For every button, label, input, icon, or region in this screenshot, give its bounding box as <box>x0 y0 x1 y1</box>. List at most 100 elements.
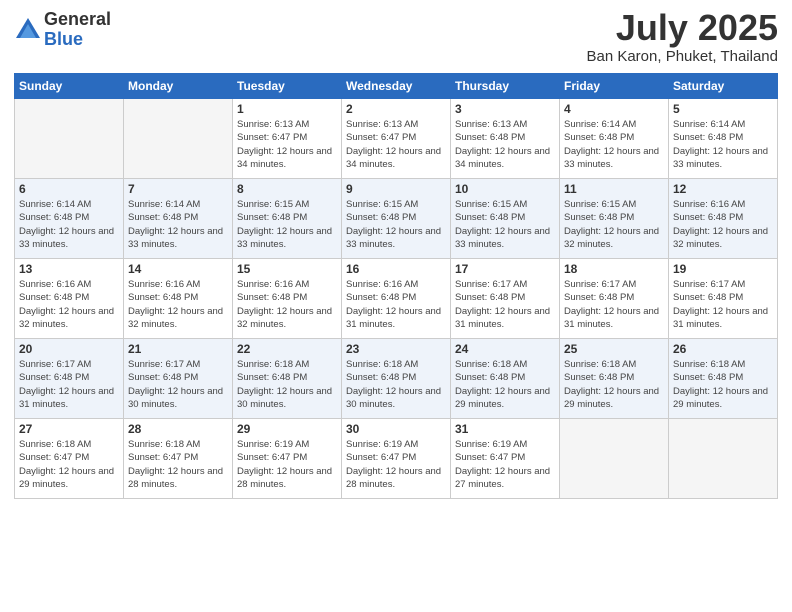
table-row: 13 Sunrise: 6:16 AMSunset: 6:48 PMDayligh… <box>15 259 124 339</box>
table-row: 5 Sunrise: 6:14 AMSunset: 6:48 PMDaylight… <box>669 99 778 179</box>
day-info: Sunrise: 6:14 AMSunset: 6:48 PMDaylight:… <box>564 118 664 171</box>
col-sunday: Sunday <box>15 74 124 99</box>
day-info: Sunrise: 6:17 AMSunset: 6:48 PMDaylight:… <box>19 358 119 411</box>
day-info: Sunrise: 6:17 AMSunset: 6:48 PMDaylight:… <box>128 358 228 411</box>
table-row: 17 Sunrise: 6:17 AMSunset: 6:48 PMDayligh… <box>451 259 560 339</box>
day-info: Sunrise: 6:19 AMSunset: 6:47 PMDaylight:… <box>346 438 446 491</box>
day-info: Sunrise: 6:16 AMSunset: 6:48 PMDaylight:… <box>19 278 119 331</box>
day-number: 14 <box>128 262 228 276</box>
page: General Blue July 2025 Ban Karon, Phuket… <box>0 0 792 612</box>
day-info: Sunrise: 6:18 AMSunset: 6:47 PMDaylight:… <box>19 438 119 491</box>
table-row: 9Sunrise: 6:15 AMSunset: 6:48 PMDaylight… <box>342 179 451 259</box>
table-row: 21 Sunrise: 6:17 AMSunset: 6:48 PMDayligh… <box>124 339 233 419</box>
day-number: 20 <box>19 342 119 356</box>
day-info: Sunrise: 6:18 AMSunset: 6:48 PMDaylight:… <box>346 358 446 411</box>
day-number: 5 <box>673 102 773 116</box>
table-row <box>124 99 233 179</box>
calendar-week-row: 20 Sunrise: 6:17 AMSunset: 6:48 PMDayligh… <box>15 339 778 419</box>
table-row: 26Sunrise: 6:18 AMSunset: 6:48 PMDayligh… <box>669 339 778 419</box>
table-row: 23 Sunrise: 6:18 AMSunset: 6:48 PMDayligh… <box>342 339 451 419</box>
logo-icon <box>14 16 42 44</box>
day-info: Sunrise: 6:15 AMSunset: 6:48 PMDaylight:… <box>346 198 446 251</box>
table-row: 16Sunrise: 6:16 AMSunset: 6:48 PMDayligh… <box>342 259 451 339</box>
day-number: 28 <box>128 422 228 436</box>
table-row: 31 Sunrise: 6:19 AMSunset: 6:47 PMDayligh… <box>451 419 560 499</box>
day-info: Sunrise: 6:15 AMSunset: 6:48 PMDaylight:… <box>237 198 337 251</box>
day-number: 24 <box>455 342 555 356</box>
day-number: 22 <box>237 342 337 356</box>
table-row: 2 Sunrise: 6:13 AMSunset: 6:47 PMDaylight… <box>342 99 451 179</box>
day-number: 21 <box>128 342 228 356</box>
col-thursday: Thursday <box>451 74 560 99</box>
location: Ban Karon, Phuket, Thailand <box>586 48 778 65</box>
day-info: Sunrise: 6:13 AMSunset: 6:47 PMDaylight:… <box>346 118 446 171</box>
day-info: Sunrise: 6:14 AMSunset: 6:48 PMDaylight:… <box>673 118 773 171</box>
table-row: 3 Sunrise: 6:13 AMSunset: 6:48 PMDaylight… <box>451 99 560 179</box>
table-row: 7 Sunrise: 6:14 AMSunset: 6:48 PMDaylight… <box>124 179 233 259</box>
table-row: 12 Sunrise: 6:16 AMSunset: 6:48 PMDayligh… <box>669 179 778 259</box>
day-number: 27 <box>19 422 119 436</box>
table-row: 28 Sunrise: 6:18 AMSunset: 6:47 PMDayligh… <box>124 419 233 499</box>
day-number: 26 <box>673 342 773 356</box>
day-number: 31 <box>455 422 555 436</box>
table-row: 19Sunrise: 6:17 AMSunset: 6:48 PMDayligh… <box>669 259 778 339</box>
table-row: 24 Sunrise: 6:18 AMSunset: 6:48 PMDayligh… <box>451 339 560 419</box>
day-info: Sunrise: 6:17 AMSunset: 6:48 PMDaylight:… <box>455 278 555 331</box>
day-number: 13 <box>19 262 119 276</box>
day-number: 23 <box>346 342 446 356</box>
table-row: 30Sunrise: 6:19 AMSunset: 6:47 PMDayligh… <box>342 419 451 499</box>
day-number: 4 <box>564 102 664 116</box>
table-row <box>669 419 778 499</box>
day-number: 11 <box>564 182 664 196</box>
day-number: 29 <box>237 422 337 436</box>
day-info: Sunrise: 6:13 AMSunset: 6:48 PMDaylight:… <box>455 118 555 171</box>
col-friday: Friday <box>560 74 669 99</box>
day-info: Sunrise: 6:14 AMSunset: 6:48 PMDaylight:… <box>19 198 119 251</box>
table-row: 20 Sunrise: 6:17 AMSunset: 6:48 PMDayligh… <box>15 339 124 419</box>
day-number: 25 <box>564 342 664 356</box>
logo-general: General <box>44 10 111 30</box>
day-info: Sunrise: 6:18 AMSunset: 6:48 PMDaylight:… <box>455 358 555 411</box>
day-info: Sunrise: 6:19 AMSunset: 6:47 PMDaylight:… <box>455 438 555 491</box>
table-row: 25Sunrise: 6:18 AMSunset: 6:48 PMDayligh… <box>560 339 669 419</box>
day-number: 10 <box>455 182 555 196</box>
header: General Blue July 2025 Ban Karon, Phuket… <box>14 10 778 65</box>
calendar-week-row: 27 Sunrise: 6:18 AMSunset: 6:47 PMDayligh… <box>15 419 778 499</box>
day-info: Sunrise: 6:16 AMSunset: 6:48 PMDaylight:… <box>128 278 228 331</box>
day-number: 1 <box>237 102 337 116</box>
col-saturday: Saturday <box>669 74 778 99</box>
calendar-week-row: 13 Sunrise: 6:16 AMSunset: 6:48 PMDayligh… <box>15 259 778 339</box>
header-row: Sunday Monday Tuesday Wednesday Thursday… <box>15 74 778 99</box>
day-info: Sunrise: 6:13 AMSunset: 6:47 PMDaylight:… <box>237 118 337 171</box>
col-tuesday: Tuesday <box>233 74 342 99</box>
logo: General Blue <box>14 10 111 50</box>
logo-blue: Blue <box>44 30 111 50</box>
day-number: 12 <box>673 182 773 196</box>
table-row: 29 Sunrise: 6:19 AMSunset: 6:47 PMDayligh… <box>233 419 342 499</box>
day-info: Sunrise: 6:18 AMSunset: 6:47 PMDaylight:… <box>128 438 228 491</box>
day-info: Sunrise: 6:19 AMSunset: 6:47 PMDaylight:… <box>237 438 337 491</box>
table-row: 18Sunrise: 6:17 AMSunset: 6:48 PMDayligh… <box>560 259 669 339</box>
day-info: Sunrise: 6:14 AMSunset: 6:48 PMDaylight:… <box>128 198 228 251</box>
day-number: 19 <box>673 262 773 276</box>
day-info: Sunrise: 6:15 AMSunset: 6:48 PMDaylight:… <box>455 198 555 251</box>
col-wednesday: Wednesday <box>342 74 451 99</box>
table-row <box>560 419 669 499</box>
day-number: 17 <box>455 262 555 276</box>
table-row: 11Sunrise: 6:15 AMSunset: 6:48 PMDayligh… <box>560 179 669 259</box>
day-info: Sunrise: 6:16 AMSunset: 6:48 PMDaylight:… <box>673 198 773 251</box>
calendar-table: Sunday Monday Tuesday Wednesday Thursday… <box>14 73 778 499</box>
calendar-week-row: 1 Sunrise: 6:13 AMSunset: 6:47 PMDaylight… <box>15 99 778 179</box>
table-row: 15 Sunrise: 6:16 AMSunset: 6:48 PMDayligh… <box>233 259 342 339</box>
day-number: 15 <box>237 262 337 276</box>
table-row: 27 Sunrise: 6:18 AMSunset: 6:47 PMDayligh… <box>15 419 124 499</box>
table-row: 4 Sunrise: 6:14 AMSunset: 6:48 PMDaylight… <box>560 99 669 179</box>
day-number: 2 <box>346 102 446 116</box>
table-row <box>15 99 124 179</box>
table-row: 8Sunrise: 6:15 AMSunset: 6:48 PMDaylight… <box>233 179 342 259</box>
day-number: 18 <box>564 262 664 276</box>
day-number: 3 <box>455 102 555 116</box>
day-info: Sunrise: 6:16 AMSunset: 6:48 PMDaylight:… <box>237 278 337 331</box>
day-number: 7 <box>128 182 228 196</box>
table-row: 6Sunrise: 6:14 AMSunset: 6:48 PMDaylight… <box>15 179 124 259</box>
